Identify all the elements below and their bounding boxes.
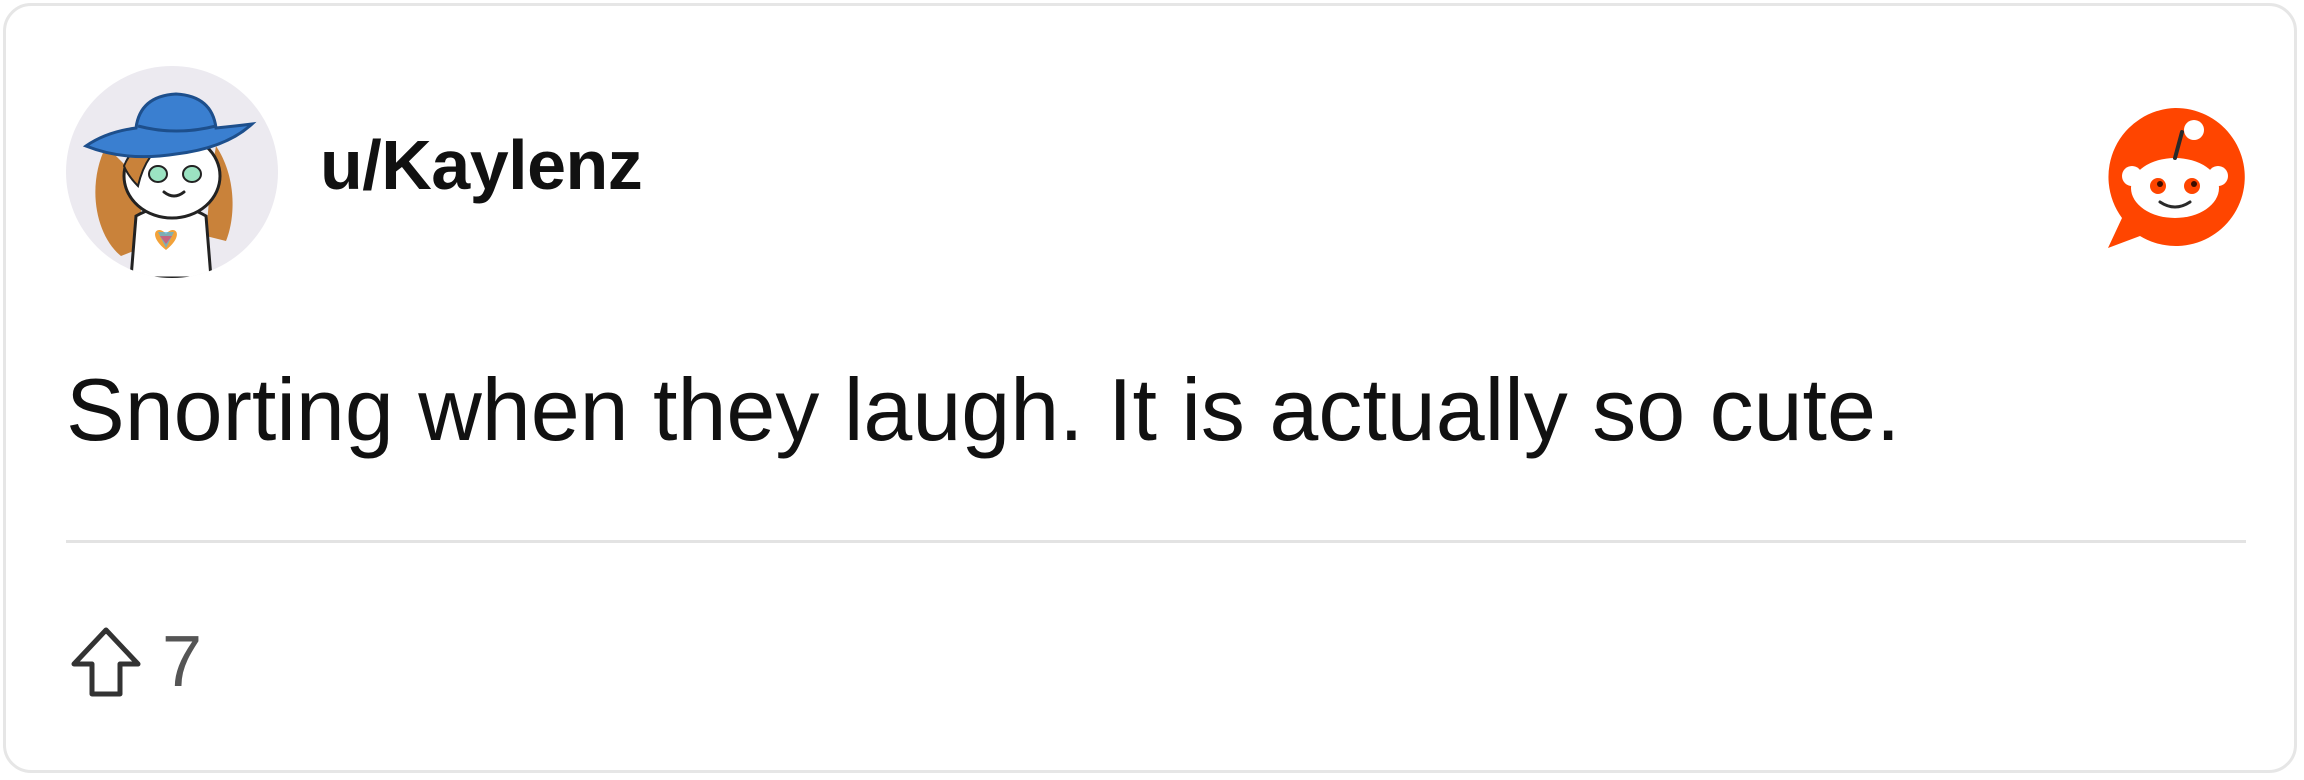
divider <box>66 540 2246 543</box>
user-avatar[interactable] <box>66 66 278 278</box>
comment-body: Snorting when they laugh. It is actually… <box>66 360 1901 459</box>
comment-card: u/Kaylenz Snorting when they laugh. It i… <box>3 3 2297 773</box>
username[interactable]: u/Kaylenz <box>320 130 643 200</box>
snoo-avatar-icon <box>82 92 257 278</box>
reddit-logo-icon <box>2100 102 2250 252</box>
upvote-arrow-icon[interactable] <box>66 622 146 702</box>
upvote-count: 7 <box>162 622 203 702</box>
upvote-button[interactable]: 7 <box>66 622 202 702</box>
